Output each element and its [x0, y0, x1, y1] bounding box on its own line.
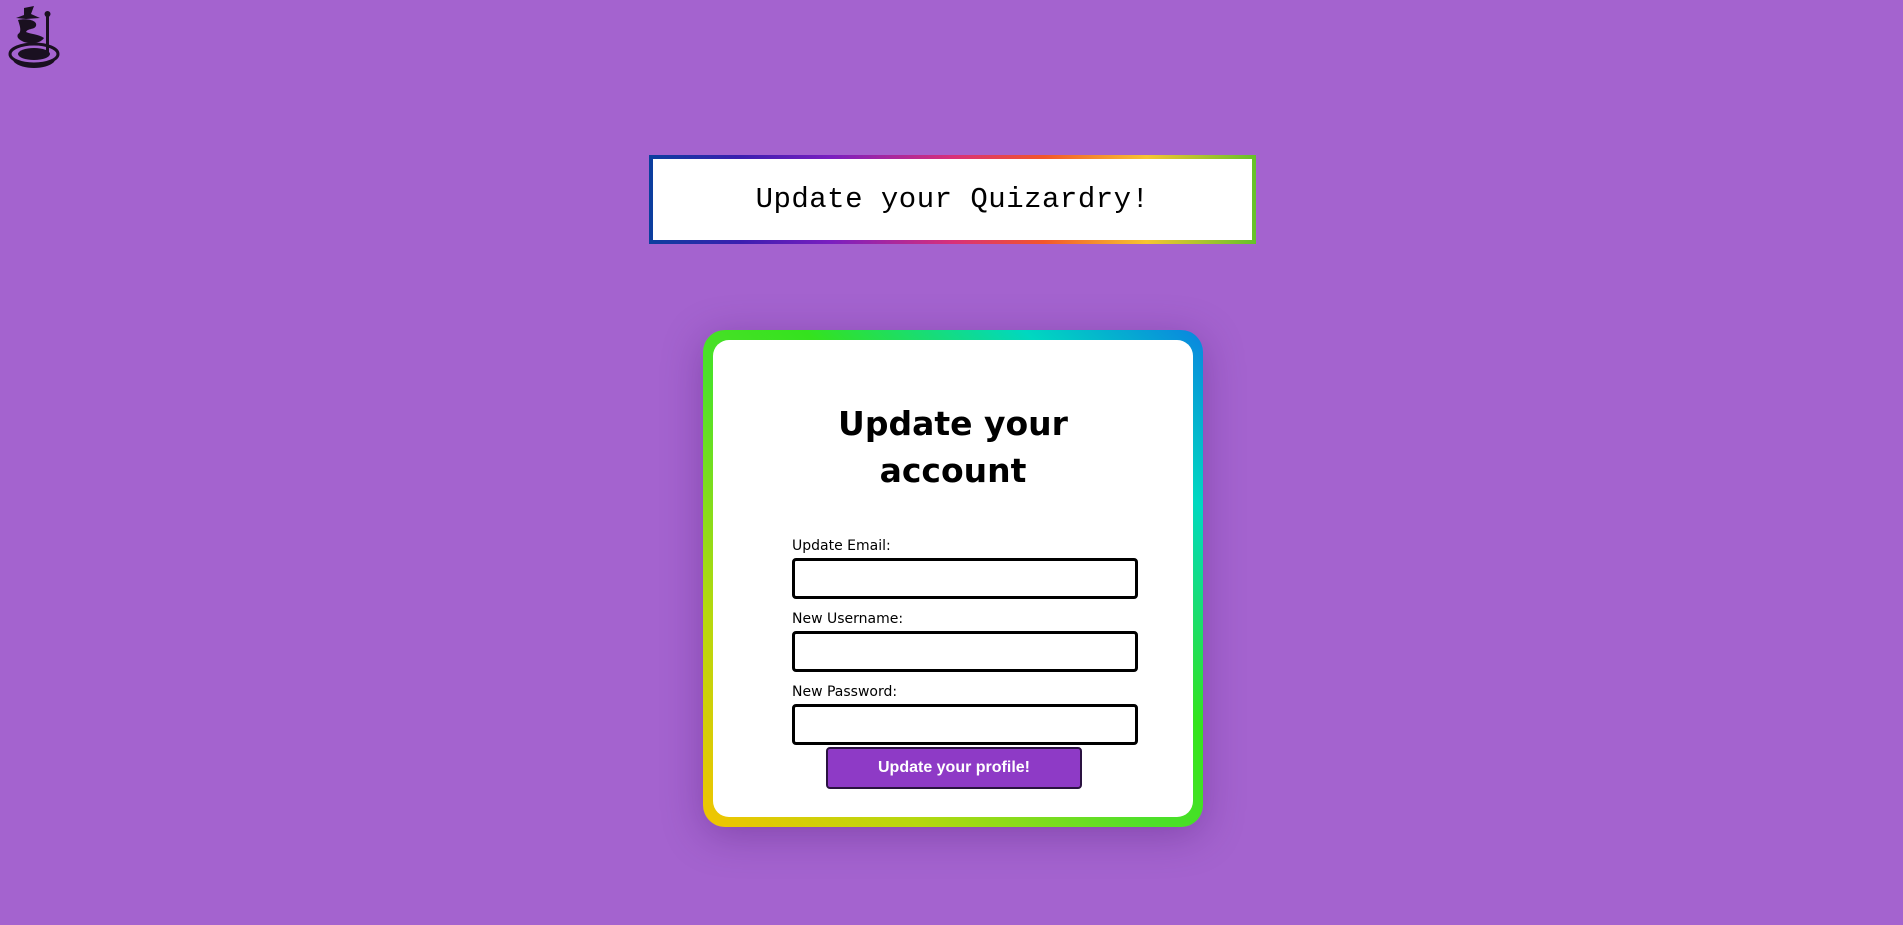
- username-input[interactable]: [792, 631, 1138, 672]
- email-input[interactable]: [792, 558, 1138, 599]
- email-label: Update Email:: [792, 538, 891, 554]
- update-profile-button[interactable]: Update your profile!: [826, 747, 1082, 789]
- update-account-card-frame: Update your account Update Email: New Us…: [703, 330, 1203, 827]
- password-input[interactable]: [792, 704, 1138, 745]
- wizard-logo-icon[interactable]: [4, 4, 60, 68]
- page: Update your Quizardry! Update your accou…: [0, 0, 1903, 925]
- banner-inner: Update your Quizardry!: [653, 159, 1252, 240]
- username-label: New Username:: [792, 611, 904, 627]
- password-field-group: New Password:: [792, 684, 1138, 745]
- form-title: Update your account: [838, 404, 1068, 490]
- update-account-form: Update your account Update Email: New Us…: [713, 340, 1193, 817]
- username-field-group: New Username:: [792, 611, 1138, 672]
- password-label: New Password:: [792, 684, 898, 700]
- email-field-group: Update Email:: [792, 538, 1138, 599]
- banner: Update your Quizardry!: [649, 155, 1256, 244]
- banner-title: Update your Quizardry!: [755, 183, 1150, 216]
